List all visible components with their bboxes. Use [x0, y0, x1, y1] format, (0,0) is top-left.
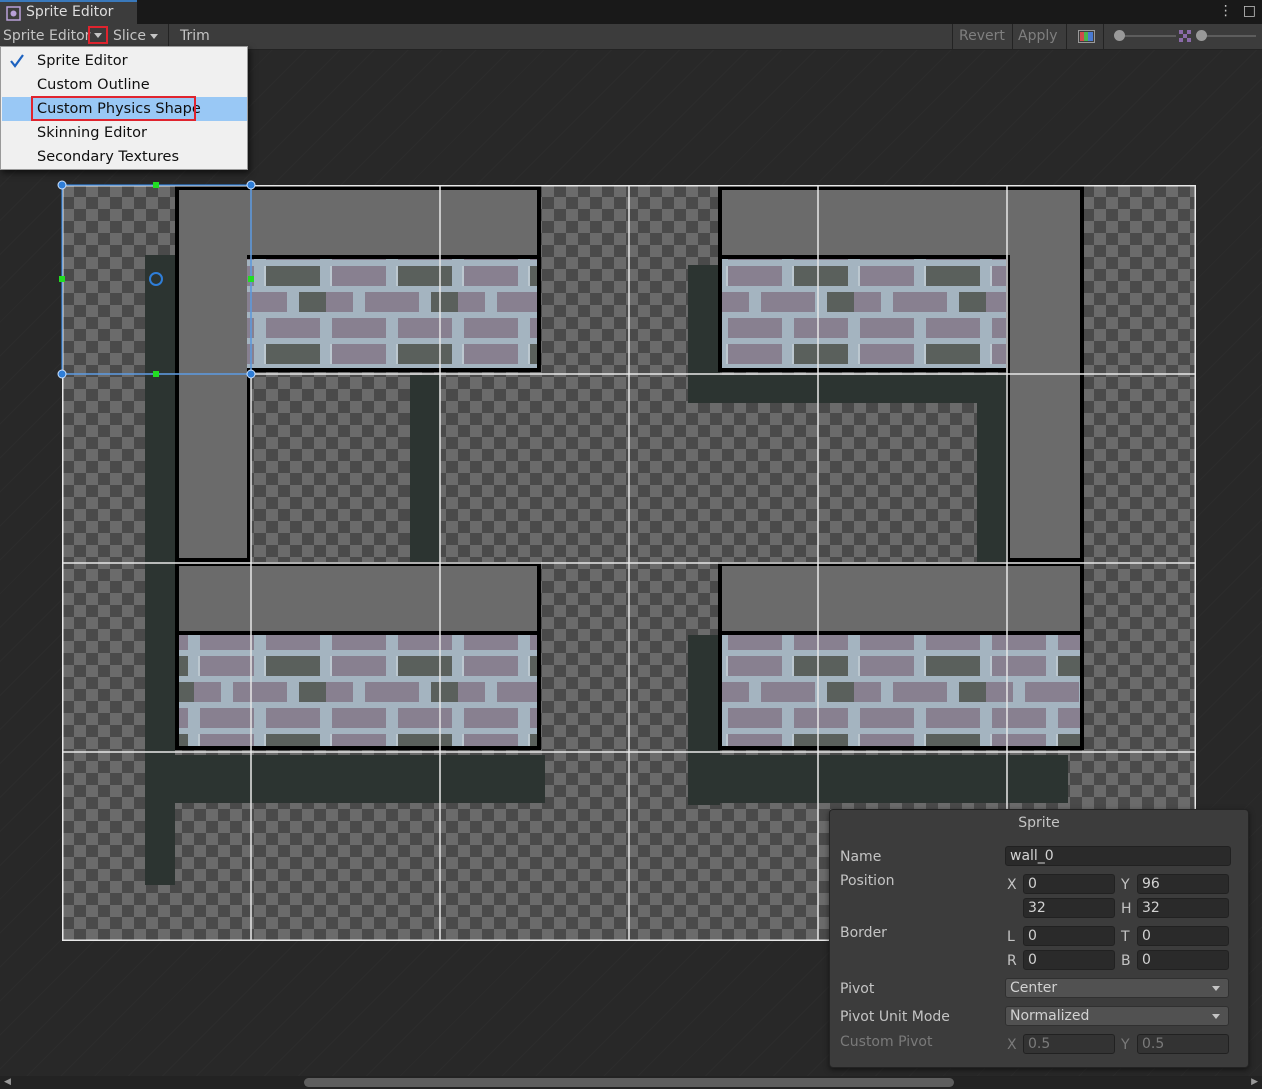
- scroll-right-icon[interactable]: ▶: [1251, 1076, 1258, 1089]
- pivot-handle[interactable]: [149, 272, 163, 286]
- edge-handle[interactable]: [153, 182, 159, 188]
- mode-dropdown-highlight: [88, 26, 108, 44]
- border-left-field[interactable]: 0: [1023, 926, 1115, 946]
- maximize-icon[interactable]: □: [1243, 2, 1256, 20]
- zoom-slider[interactable]: [1120, 35, 1176, 37]
- border-bottom-field[interactable]: 0: [1137, 950, 1229, 970]
- edge-handle[interactable]: [59, 276, 65, 282]
- pivot-dropdown[interactable]: Center: [1005, 978, 1229, 998]
- y-label: Y: [1121, 877, 1130, 893]
- menu-item-secondary-textures[interactable]: Secondary Textures: [2, 145, 247, 169]
- resize-handle[interactable]: [246, 180, 256, 190]
- y-field[interactable]: 96: [1137, 874, 1229, 894]
- menu-item-custom-outline[interactable]: Custom Outline: [2, 73, 247, 97]
- chevron-down-icon: [1212, 986, 1220, 991]
- custom-pivot-x-label: X: [1007, 1037, 1017, 1053]
- custom-pivot-y-label: Y: [1121, 1037, 1130, 1053]
- tab-title: Sprite Editor: [26, 4, 114, 20]
- trim-button[interactable]: Trim: [180, 28, 210, 44]
- pivot-unit-mode-dropdown[interactable]: Normalized: [1005, 1006, 1229, 1026]
- mip-slider-knob[interactable]: [1196, 30, 1207, 41]
- zoom-slider-knob[interactable]: [1114, 30, 1125, 41]
- callout-box: [31, 96, 196, 121]
- mipmap-icon: [1179, 30, 1191, 42]
- custom-pivot-y-field: 0.5: [1137, 1034, 1229, 1054]
- mode-label[interactable]: Sprite Editor: [3, 28, 90, 44]
- position-label: Position: [840, 873, 895, 889]
- edge-handle[interactable]: [248, 276, 254, 282]
- t-label: T: [1121, 929, 1130, 945]
- mode-dropdown-menu: Sprite Editor Custom Outline Custom Phys…: [0, 46, 248, 170]
- width-field[interactable]: 32: [1023, 898, 1115, 918]
- edge-handle[interactable]: [153, 371, 159, 377]
- checkmark-icon: [10, 54, 24, 68]
- x-field[interactable]: 0: [1023, 874, 1115, 894]
- kebab-menu-icon[interactable]: ⋮: [1219, 2, 1233, 20]
- slice-button[interactable]: Slice: [113, 28, 159, 44]
- title-bar: Sprite Editor ⋮ □: [0, 0, 1262, 24]
- color-channel-icon[interactable]: [1078, 30, 1095, 43]
- sprite-editor-tab[interactable]: Sprite Editor: [0, 0, 137, 24]
- border-right-field[interactable]: 0: [1023, 950, 1115, 970]
- apply-button[interactable]: Apply: [1018, 28, 1058, 44]
- custom-pivot-label: Custom Pivot: [840, 1034, 933, 1050]
- menu-item-skinning-editor[interactable]: Skinning Editor: [2, 121, 247, 145]
- menu-item-sprite-editor[interactable]: Sprite Editor: [2, 49, 247, 73]
- r-label: R: [1007, 953, 1017, 969]
- chevron-down-icon: [150, 33, 159, 39]
- resize-handle[interactable]: [57, 180, 67, 190]
- name-label: Name: [840, 849, 882, 865]
- resize-handle[interactable]: [246, 369, 256, 379]
- revert-button[interactable]: Revert: [959, 28, 1005, 44]
- border-label: Border: [840, 925, 887, 941]
- scroll-left-icon[interactable]: ◀: [4, 1076, 11, 1089]
- x-label: X: [1007, 877, 1017, 893]
- horizontal-scrollbar[interactable]: ◀ ▶: [0, 1076, 1262, 1089]
- pivot-label: Pivot: [840, 981, 875, 997]
- sprite-editor-icon: [6, 6, 21, 21]
- height-field[interactable]: 32: [1137, 898, 1229, 918]
- name-field[interactable]: wall_0: [1005, 846, 1231, 866]
- scrollbar-thumb[interactable]: [304, 1078, 954, 1087]
- resize-handle[interactable]: [57, 369, 67, 379]
- pivot-unit-mode-value: Normalized: [1010, 1008, 1090, 1024]
- b-label: B: [1121, 953, 1131, 969]
- h-label: H: [1121, 901, 1132, 917]
- sprite-inspector-panel: Sprite Name wall_0 Position X 0 Y 96 32 …: [829, 809, 1249, 1068]
- pivot-unit-mode-label: Pivot Unit Mode: [840, 1009, 950, 1025]
- chevron-down-icon: [1212, 1014, 1220, 1019]
- panel-title: Sprite: [1018, 815, 1060, 831]
- border-top-field[interactable]: 0: [1137, 926, 1229, 946]
- l-label: L: [1007, 929, 1015, 945]
- custom-pivot-x-field: 0.5: [1023, 1034, 1115, 1054]
- selected-sprite-rect[interactable]: [56, 179, 258, 381]
- pivot-value: Center: [1010, 980, 1058, 996]
- menu-item-custom-physics-shape[interactable]: Custom Physics Shape: [2, 96, 247, 121]
- slice-label: Slice: [113, 28, 146, 44]
